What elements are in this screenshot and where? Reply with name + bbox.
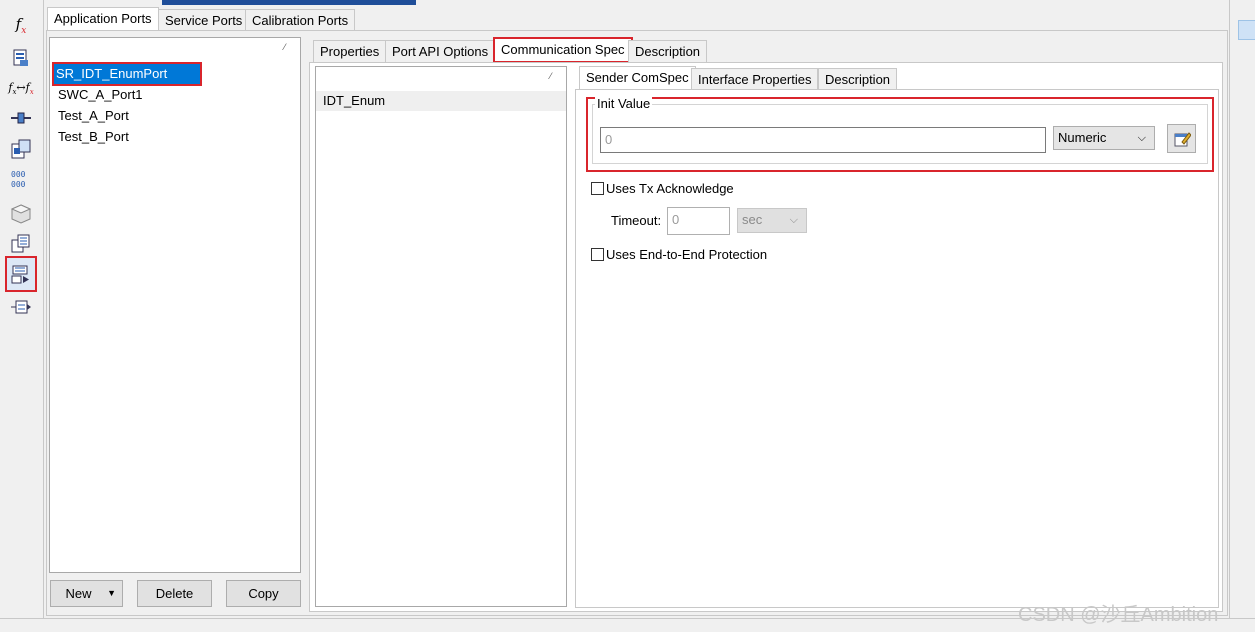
- right-toolbar: [1229, 0, 1255, 632]
- connector-icon[interactable]: [6, 105, 36, 131]
- function-mapping-icon[interactable]: fx↔fx: [6, 76, 36, 102]
- new-button[interactable]: New ▼: [50, 580, 123, 607]
- init-value-title: Init Value: [595, 96, 653, 111]
- outline-icon[interactable]: [1238, 20, 1255, 40]
- timeout-input[interactable]: 0: [667, 207, 730, 235]
- init-value-input[interactable]: 0: [600, 127, 1046, 153]
- tab-calibration-ports[interactable]: Calibration Ports: [245, 9, 356, 31]
- port-list-icon[interactable]: [6, 230, 36, 256]
- svg-text:000: 000: [11, 170, 26, 179]
- chevron-down-icon: ⌵: [1137, 132, 1146, 144]
- uses-tx-acknowledge-label: Uses Tx Acknowledge: [606, 181, 734, 196]
- tab-description[interactable]: Description: [628, 40, 708, 62]
- component-icon[interactable]: [6, 136, 36, 162]
- port-interface-icon[interactable]: [5, 256, 37, 292]
- uses-e2e-protection-checkbox[interactable]: [591, 248, 604, 261]
- tab-port-api-options[interactable]: Port API Options: [385, 40, 496, 62]
- chevron-down-icon: ⌵: [789, 214, 798, 226]
- delete-button[interactable]: Delete: [137, 580, 212, 607]
- tab-service-ports[interactable]: Service Ports: [158, 9, 250, 31]
- port-list-item-swc-a-port1[interactable]: SWC_A_Port1: [56, 85, 143, 105]
- copy-button[interactable]: Copy: [226, 580, 301, 607]
- port-prototype-icon[interactable]: [6, 294, 36, 320]
- init-value-type-select[interactable]: Numeric ⌵: [1053, 126, 1155, 150]
- tab-comspec-description[interactable]: Description: [818, 68, 898, 90]
- document-list-icon[interactable]: [6, 45, 36, 71]
- timeout-unit-label: sec: [742, 212, 763, 227]
- sort-indicator[interactable]: ⁄: [550, 71, 552, 81]
- port-list-item-sr-idt-enumport[interactable]: SR_IDT_EnumPort: [52, 62, 202, 86]
- runnable-icon[interactable]: 000 000: [6, 166, 36, 192]
- package-icon[interactable]: [6, 200, 36, 226]
- tab-properties[interactable]: Properties: [313, 40, 387, 62]
- timeout-unit-select[interactable]: sec ⌵: [737, 208, 807, 233]
- svg-text:000: 000: [11, 180, 26, 189]
- tab-sender-comspec[interactable]: Sender ComSpec: [579, 66, 696, 90]
- dropdown-arrow-icon: ▼: [107, 588, 116, 598]
- function-icon[interactable]: fx: [6, 12, 36, 38]
- data-element-list[interactable]: ⁄ IDT_Enum: [315, 66, 567, 607]
- port-list-item-test-a-port[interactable]: Test_A_Port: [56, 106, 129, 126]
- left-toolbar: fx fx↔fx 000 000: [0, 0, 44, 632]
- tab-interface-properties[interactable]: Interface Properties: [691, 68, 819, 90]
- tab-communication-spec[interactable]: Communication Spec: [493, 37, 633, 63]
- uses-tx-acknowledge-checkbox[interactable]: [591, 182, 604, 195]
- new-button-label: New: [65, 586, 92, 601]
- timeout-label: Timeout:: [611, 213, 662, 228]
- port-list[interactable]: ⁄ SR_IDT_EnumPort SWC_A_Port1 Test_A_Por…: [49, 37, 301, 573]
- uses-e2e-protection-label: Uses End-to-End Protection: [606, 247, 768, 262]
- edit-value-icon: [1174, 131, 1191, 146]
- watermark: CSDN @沙丘Ambition: [1018, 604, 1219, 626]
- window-accent-bar: [162, 0, 416, 5]
- tab-application-ports[interactable]: Application Ports: [47, 7, 159, 31]
- port-list-item-test-b-port[interactable]: Test_B_Port: [56, 127, 129, 147]
- init-value-editor-button[interactable]: [1167, 124, 1196, 153]
- element-list-item-idt-enum[interactable]: IDT_Enum: [316, 91, 566, 111]
- sort-indicator[interactable]: ⁄: [284, 42, 286, 52]
- init-value-type-label: Numeric: [1058, 130, 1107, 145]
